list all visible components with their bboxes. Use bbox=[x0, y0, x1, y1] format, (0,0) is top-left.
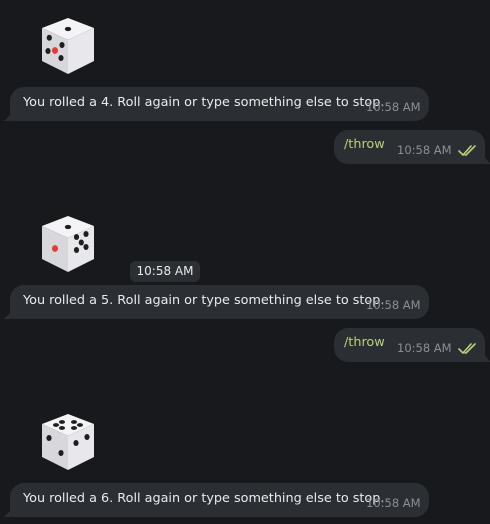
user-message: /throw 10:58 AM bbox=[334, 130, 490, 164]
message-time: 10:58 AM bbox=[366, 298, 421, 312]
date-pill: 10:58 AM bbox=[130, 261, 200, 282]
bot-message: You rolled a 5. Roll again or type somet… bbox=[4, 285, 429, 319]
bot-message: You rolled a 6. Roll again or type somet… bbox=[4, 483, 429, 517]
user-message: /throw 10:58 AM bbox=[334, 328, 490, 362]
message-time: 10:58 AM bbox=[397, 143, 452, 157]
bubble-tail bbox=[4, 113, 12, 121]
message-text: You rolled a 5. Roll again or type somet… bbox=[23, 293, 385, 308]
dice-icon bbox=[42, 414, 94, 470]
bubble-tail bbox=[4, 311, 12, 319]
bot-message: You rolled a 4. Roll again or type somet… bbox=[4, 87, 429, 121]
message-time: 10:58 AM bbox=[397, 341, 452, 355]
message-time: 10:58 AM bbox=[366, 496, 421, 510]
command-link[interactable]: /throw bbox=[344, 335, 385, 350]
double-check-icon bbox=[458, 145, 476, 156]
bubble-tail bbox=[483, 354, 490, 362]
dice-icon bbox=[42, 216, 94, 272]
bubble-tail bbox=[4, 509, 12, 517]
bubble-tail bbox=[483, 156, 490, 164]
message-time: 10:58 AM bbox=[366, 100, 421, 114]
message-text: You rolled a 4. Roll again or type somet… bbox=[23, 95, 385, 110]
chat-history: You rolled a 4. Roll again or type somet… bbox=[0, 0, 490, 524]
message-text: You rolled a 6. Roll again or type somet… bbox=[23, 491, 385, 506]
dice-icon bbox=[42, 18, 94, 74]
double-check-icon bbox=[458, 343, 476, 354]
command-link[interactable]: /throw bbox=[344, 137, 385, 152]
